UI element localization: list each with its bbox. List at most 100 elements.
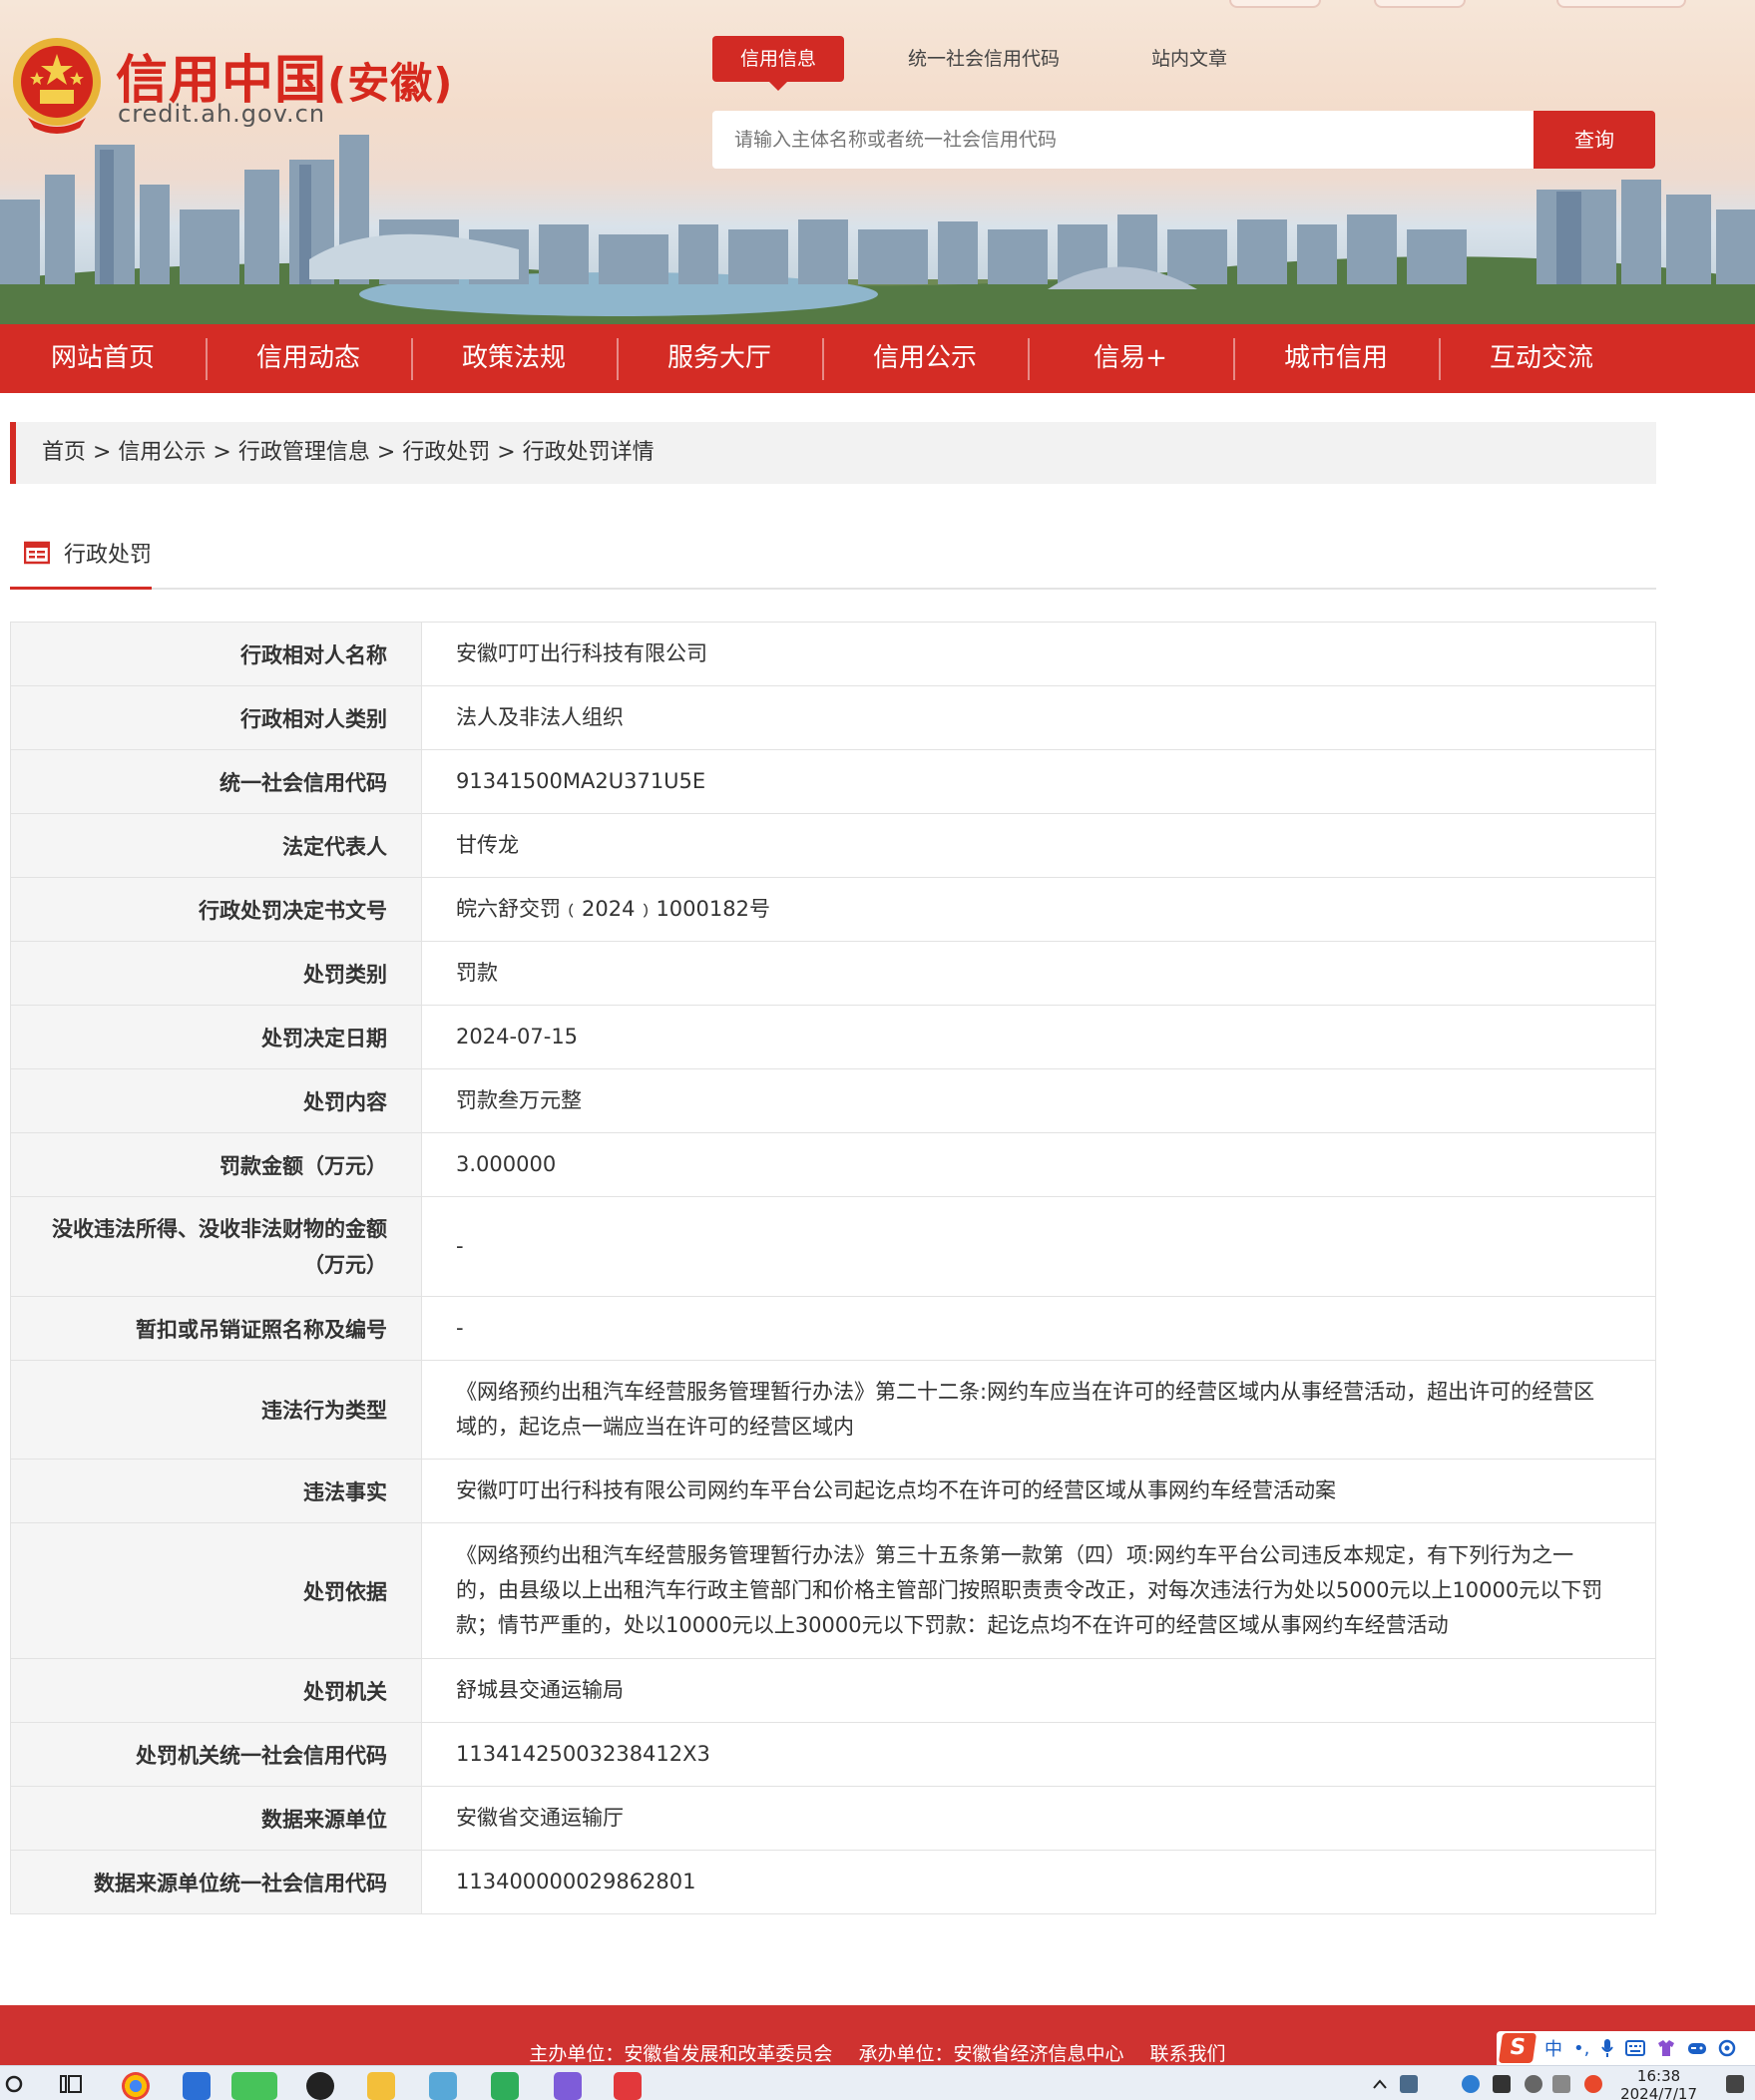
notification-icon[interactable] bbox=[1726, 2075, 1744, 2093]
ime-toolbar[interactable]: S 中 •, bbox=[1497, 2031, 1755, 2065]
qq-icon[interactable] bbox=[306, 2072, 334, 2100]
table-row: 处罚机关 舒城县交通运输局 bbox=[10, 1658, 1656, 1723]
system-clock[interactable]: 16:38 2024/7/17 bbox=[1620, 2067, 1697, 2100]
chevron-up-icon[interactable] bbox=[1372, 2078, 1388, 2090]
site-header: 信用中国(安徽) credit.ah.gov.cn 信用信息 统一社会信用代码 … bbox=[0, 0, 1755, 324]
field-label: 行政相对人类别 bbox=[10, 685, 422, 750]
field-value: 甘传龙 bbox=[421, 813, 1656, 878]
table-row: 行政相对人名称 安徽叮叮出行科技有限公司 bbox=[10, 622, 1656, 686]
tab-credit-info[interactable]: 信用信息 bbox=[712, 36, 845, 91]
field-label: 行政处罚决定书文号 bbox=[10, 877, 422, 942]
nav-item-city-credit[interactable]: 城市信用 bbox=[1233, 324, 1439, 393]
table-row: 行政处罚决定书文号 皖六舒交罚﹙2024﹚1000182号 bbox=[10, 877, 1656, 942]
skin-icon[interactable] bbox=[1656, 2039, 1676, 2057]
table-row: 数据来源单位统一社会信用代码 113400000029862801 bbox=[10, 1850, 1656, 1914]
field-label: 处罚类别 bbox=[10, 941, 422, 1006]
field-value: 3.000000 bbox=[421, 1132, 1656, 1197]
chrome-icon[interactable] bbox=[122, 2072, 150, 2100]
field-value: 11341425003238412X3 bbox=[421, 1722, 1656, 1787]
top-link-tab[interactable] bbox=[1229, 0, 1321, 8]
search-input[interactable] bbox=[712, 111, 1535, 169]
mic-icon[interactable] bbox=[1600, 2038, 1614, 2058]
nav-item-credit-publicity[interactable]: 信用公示 bbox=[822, 324, 1028, 393]
national-emblem-icon bbox=[13, 38, 101, 134]
field-value: 安徽叮叮出行科技有限公司网约车平台公司起讫点均不在许可的经营区域从事网约车经营活… bbox=[421, 1459, 1656, 1523]
section-title: 行政处罚 bbox=[64, 543, 153, 568]
app-green-icon[interactable] bbox=[491, 2072, 519, 2100]
security-tray-icon[interactable] bbox=[1400, 2075, 1418, 2093]
field-label: 法定代表人 bbox=[10, 813, 422, 878]
field-value: 舒城县交通运输局 bbox=[421, 1658, 1656, 1723]
tab-credit-code[interactable]: 统一社会信用代码 bbox=[880, 36, 1088, 82]
field-label: 处罚内容 bbox=[10, 1068, 422, 1133]
top-link-tab[interactable] bbox=[1374, 0, 1466, 8]
task-view-icon[interactable] bbox=[60, 2074, 82, 2094]
field-label: 暂扣或吊销证照名称及编号 bbox=[10, 1296, 422, 1361]
table-row: 处罚机关统一社会信用代码 11341425003238412X3 bbox=[10, 1722, 1656, 1787]
wps-icon[interactable] bbox=[614, 2072, 642, 2100]
field-value: 安徽叮叮出行科技有限公司 bbox=[421, 622, 1656, 686]
document-list-icon bbox=[24, 541, 50, 565]
footer-organizer: 承办单位：安徽省经济信息中心 bbox=[858, 2043, 1124, 2065]
field-value: 罚款 bbox=[421, 941, 1656, 1006]
field-value: 91341500MA2U371U5E bbox=[421, 749, 1656, 814]
file-explorer-icon[interactable] bbox=[367, 2072, 395, 2100]
footer-host: 主办单位：安徽省发展和改革委员会 bbox=[529, 2043, 833, 2065]
field-value: - bbox=[421, 1296, 1656, 1361]
site-footer: 主办单位：安徽省发展和改革委员会 承办单位：安徽省经济信息中心 联系我们 bbox=[0, 2005, 1755, 2065]
wechat-icon[interactable] bbox=[231, 2072, 277, 2100]
nav-item-home[interactable]: 网站首页 bbox=[0, 324, 206, 393]
field-value: 皖六舒交罚﹙2024﹚1000182号 bbox=[421, 877, 1656, 942]
field-label: 罚款金额（万元） bbox=[10, 1132, 422, 1197]
notepad-icon[interactable] bbox=[429, 2072, 457, 2100]
sogou-logo-icon[interactable]: S bbox=[1498, 2033, 1537, 2063]
top-link-tab[interactable] bbox=[1556, 0, 1686, 8]
keyboard-icon[interactable] bbox=[1625, 2040, 1646, 2056]
wifi-tray-icon[interactable] bbox=[1525, 2075, 1542, 2093]
app-window-icon[interactable] bbox=[183, 2072, 211, 2100]
table-row: 数据来源单位 安徽省交通运输厅 bbox=[10, 1786, 1656, 1851]
field-label: 违法行为类型 bbox=[10, 1360, 422, 1460]
site-url: credit.ah.gov.cn bbox=[118, 100, 326, 128]
section-tab: 行政处罚 bbox=[10, 524, 152, 590]
nav-item-xinyi-plus[interactable]: 信易+ bbox=[1028, 324, 1233, 393]
table-row: 违法行为类型 《网络预约出租汽车经营服务管理暂行办法》第二十二条:网约车应当在许可… bbox=[10, 1360, 1656, 1460]
field-value: 法人及非法人组织 bbox=[421, 685, 1656, 750]
field-label: 处罚依据 bbox=[10, 1522, 422, 1659]
field-label: 处罚机关统一社会信用代码 bbox=[10, 1722, 422, 1787]
penalty-detail-table: 行政相对人名称 安徽叮叮出行科技有限公司 行政相对人类别 法人及非法人组织 统一社会… bbox=[10, 622, 1656, 1914]
search-tabs: 信用信息 统一社会信用代码 站内文章 bbox=[712, 36, 1291, 91]
table-row: 处罚内容 罚款叁万元整 bbox=[10, 1068, 1656, 1133]
nav-item-interaction[interactable]: 互动交流 bbox=[1439, 324, 1644, 393]
search-button[interactable]: 查询 bbox=[1534, 111, 1655, 169]
settings-icon[interactable] bbox=[1718, 2039, 1736, 2057]
field-value: 安徽省交通运输厅 bbox=[421, 1786, 1656, 1851]
field-label: 统一社会信用代码 bbox=[10, 749, 422, 814]
footer-contact-link[interactable]: 联系我们 bbox=[1150, 2043, 1226, 2065]
breadcrumb[interactable]: 首页 > 信用公示 > 行政管理信息 > 行政处罚 > 行政处罚详情 bbox=[10, 422, 1656, 484]
table-row: 违法事实 安徽叮叮出行科技有限公司网约车平台公司起讫点均不在许可的经营区域从事网约… bbox=[10, 1459, 1656, 1523]
field-label: 处罚机关 bbox=[10, 1658, 422, 1723]
field-value: 《网络预约出租汽车经营服务管理暂行办法》第三十五条第一款第（四）项:网约车平台公… bbox=[421, 1522, 1656, 1659]
main-nav: 网站首页 信用动态 政策法规 服务大厅 信用公示 信易+ 城市信用 互动交流 bbox=[0, 324, 1755, 393]
app-purple-icon[interactable] bbox=[554, 2072, 582, 2100]
field-value: - bbox=[421, 1196, 1656, 1297]
battery-tray-icon[interactable] bbox=[1493, 2075, 1511, 2093]
table-row: 处罚类别 罚款 bbox=[10, 941, 1656, 1006]
nav-item-credit-news[interactable]: 信用动态 bbox=[206, 324, 411, 393]
clock-time: 16:38 bbox=[1636, 2067, 1681, 2085]
field-value: 2024-07-15 bbox=[421, 1005, 1656, 1069]
sogou-tray-icon[interactable] bbox=[1584, 2075, 1602, 2093]
ime-mode-label[interactable]: 中 bbox=[1544, 2035, 1562, 2061]
game-icon[interactable] bbox=[1687, 2040, 1707, 2056]
tab-site-articles[interactable]: 站内文章 bbox=[1123, 36, 1255, 82]
skype-tray-icon[interactable] bbox=[1462, 2075, 1480, 2093]
field-label: 行政相对人名称 bbox=[10, 622, 422, 686]
volume-tray-icon[interactable] bbox=[1552, 2075, 1570, 2093]
nav-item-policy[interactable]: 政策法规 bbox=[411, 324, 617, 393]
nav-item-service-hall[interactable]: 服务大厅 bbox=[617, 324, 822, 393]
field-label: 没收违法所得、没收非法财物的金额（万元） bbox=[10, 1196, 422, 1297]
field-value: 《网络预约出租汽车经营服务管理暂行办法》第二十二条:网约车应当在许可的经营区域内… bbox=[421, 1360, 1656, 1460]
search-icon[interactable] bbox=[4, 2074, 24, 2094]
ime-punctuation-icon[interactable]: •, bbox=[1573, 2038, 1589, 2059]
